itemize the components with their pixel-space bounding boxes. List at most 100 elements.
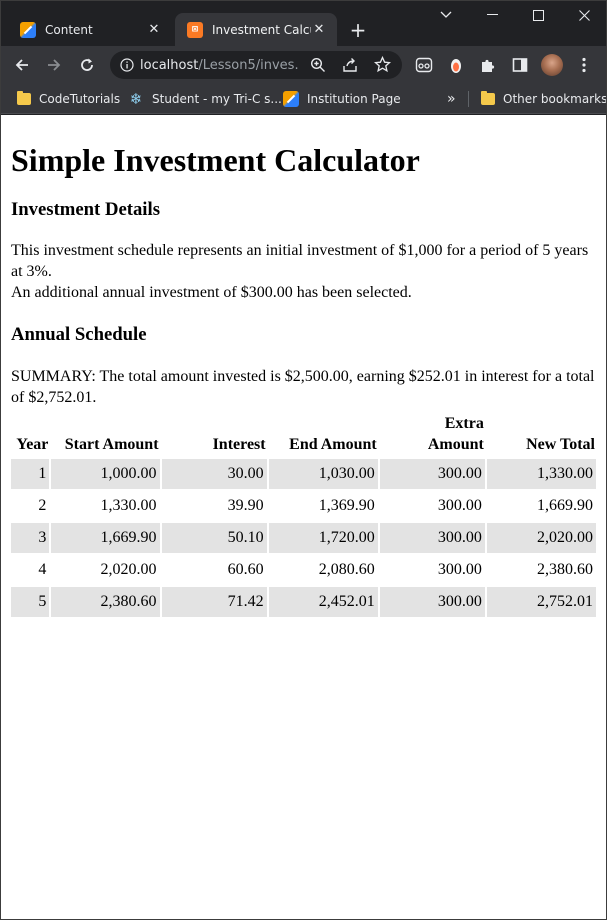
cell-interest: 39.90 <box>227 497 264 514</box>
table-header-row: Year Start Amount Interest End Amount Ex… <box>11 412 596 457</box>
cell-new-total: 1,669.90 <box>537 497 593 514</box>
arrow-left-icon <box>15 59 28 71</box>
cell-extra-amount: 300.00 <box>437 497 482 514</box>
cell-interest: 50.10 <box>161 523 267 553</box>
folder-icon <box>481 91 495 105</box>
close-icon[interactable]: ✕ <box>146 22 162 38</box>
snowflake-icon: ❄ <box>129 90 143 108</box>
table-row: 3 1,669.90 50.10 1,720.00 300.00 2,020.0… <box>11 523 596 553</box>
cell-year: 1 <box>11 459 50 489</box>
tab-title: Investment Calcula <box>212 22 311 37</box>
glasses-icon <box>415 57 433 73</box>
tab-strip: Content ✕ ⊠ Investment Calcula ✕ + <box>0 0 607 46</box>
cell-end-amount: 1,369.90 <box>318 497 375 514</box>
page-content: Simple Investment Calculator Investment … <box>1 142 606 619</box>
browser-toolbar: localhost/Lesson5/inves... <box>0 46 607 84</box>
investment-details-heading: Investment Details <box>11 199 160 220</box>
share-icon[interactable] <box>342 57 358 77</box>
extensions-button[interactable] <box>475 52 501 78</box>
bookmarks-divider <box>468 91 469 107</box>
bookmark-institution-page[interactable]: Institution Page <box>283 90 401 108</box>
bookmarks-overflow-button[interactable]: » <box>447 90 456 108</box>
xampp-icon: ⊠ <box>187 21 203 38</box>
cell-extra-amount: 300.00 <box>379 587 485 617</box>
cell-new-total: 2,380.60 <box>537 561 593 578</box>
cell-start-amount: 2,020.00 <box>100 561 157 578</box>
cell-interest: 60.60 <box>227 561 264 578</box>
cell-interest: 71.42 <box>161 587 267 617</box>
arrow-right-icon <box>48 59 61 71</box>
cell-start-amount: 2,380.60 <box>51 587 160 617</box>
cell-extra-amount: 300.00 <box>437 561 482 578</box>
other-bookmarks-button[interactable]: Other bookmarks <box>481 90 607 108</box>
zoom-icon[interactable] <box>310 57 326 77</box>
tab-search-button[interactable] <box>423 0 469 30</box>
investment-details-text: This investment schedule represents an i… <box>11 240 596 303</box>
details-line-2: An additional annual investment of $300.… <box>11 284 412 301</box>
cell-start-amount: 1,000.00 <box>51 459 160 489</box>
info-icon[interactable] <box>120 58 134 72</box>
side-panel-button[interactable] <box>507 52 533 78</box>
more-vertical-icon <box>582 57 586 73</box>
pencil-icon <box>283 91 299 107</box>
summary-text: SUMMARY: The total amount invested is $2… <box>11 368 595 406</box>
details-line-1: This investment schedule represents an i… <box>11 242 589 280</box>
cell-end-amount: 2,452.01 <box>268 587 378 617</box>
close-icon[interactable]: ✕ <box>311 22 327 38</box>
bookmark-student-tri-c[interactable]: ❄ Student - my Tri-C s... <box>128 90 282 108</box>
reload-button[interactable] <box>74 52 100 78</box>
puzzle-icon <box>482 59 495 72</box>
side-panel-icon <box>512 58 528 72</box>
extension-reader-button[interactable] <box>411 52 437 78</box>
chevron-down-icon <box>440 11 452 18</box>
forward-button[interactable] <box>41 52 67 78</box>
tab-content[interactable]: Content ✕ <box>8 13 172 46</box>
bookmark-codetutorials[interactable]: CodeTutorials <box>17 90 120 108</box>
header-end-amount: End Amount <box>289 436 377 453</box>
profile-avatar[interactable] <box>541 54 563 76</box>
reload-icon <box>81 58 93 71</box>
address-bar[interactable]: localhost/Lesson5/inves... <box>110 51 402 79</box>
tab-investment-calculator[interactable]: ⊠ Investment Calcula ✕ <box>175 13 337 46</box>
cell-start-amount: 1,669.90 <box>51 523 160 553</box>
bookmark-label: Other bookmarks <box>503 92 607 106</box>
page-viewport: Simple Investment Calculator Investment … <box>1 115 606 919</box>
header-extra-amount: Extra Amount <box>427 415 484 453</box>
header-interest: Interest <box>212 436 266 453</box>
schedule-table: Year Start Amount Interest End Amount Ex… <box>9 410 598 619</box>
cell-year: 5 <box>11 587 50 617</box>
cell-year: 4 <box>38 561 47 578</box>
bookmark-star-icon[interactable] <box>373 55 392 77</box>
annual-schedule-heading: Annual Schedule <box>11 324 147 345</box>
extension-flame-button[interactable] <box>443 52 469 78</box>
cell-extra-amount: 300.00 <box>379 459 485 489</box>
header-year: Year <box>16 436 49 453</box>
url-text[interactable]: localhost/Lesson5/inves... <box>140 58 300 73</box>
cell-new-total: 1,330.00 <box>486 459 596 489</box>
tab-title: Content <box>45 22 93 37</box>
page-title: Simple Investment Calculator <box>11 142 420 178</box>
close-window-button[interactable] <box>561 0 607 30</box>
cell-interest: 30.00 <box>161 459 267 489</box>
bookmarks-bar: CodeTutorials ❄ Student - my Tri-C s... … <box>0 84 607 114</box>
header-new-total: New Total <box>526 436 595 453</box>
bookmark-label: CodeTutorials <box>39 92 121 106</box>
back-button[interactable] <box>9 52 35 78</box>
flame-icon <box>451 59 461 73</box>
table-row: 1 1,000.00 30.00 1,030.00 300.00 1,330.0… <box>11 459 596 489</box>
table-row: 2 1,330.00 39.90 1,369.90 300.00 1,669.9… <box>11 491 596 521</box>
table-row: 4 2,020.00 60.60 2,080.60 300.00 2,380.6… <box>11 555 596 585</box>
pencil-icon <box>20 21 36 38</box>
menu-button[interactable] <box>571 52 597 78</box>
new-tab-button[interactable]: + <box>344 16 372 44</box>
table-row: 5 2,380.60 71.42 2,452.01 300.00 2,752.0… <box>11 587 596 617</box>
cell-year: 2 <box>38 497 47 514</box>
maximize-button[interactable] <box>515 0 561 30</box>
cell-end-amount: 1,030.00 <box>268 459 378 489</box>
cell-new-total: 2,752.01 <box>486 587 596 617</box>
cell-start-amount: 1,330.00 <box>100 497 157 514</box>
cell-new-total: 2,020.00 <box>486 523 596 553</box>
minimize-button[interactable] <box>469 0 515 30</box>
url-host: localhost <box>140 57 199 73</box>
cell-end-amount: 2,080.60 <box>318 561 375 578</box>
